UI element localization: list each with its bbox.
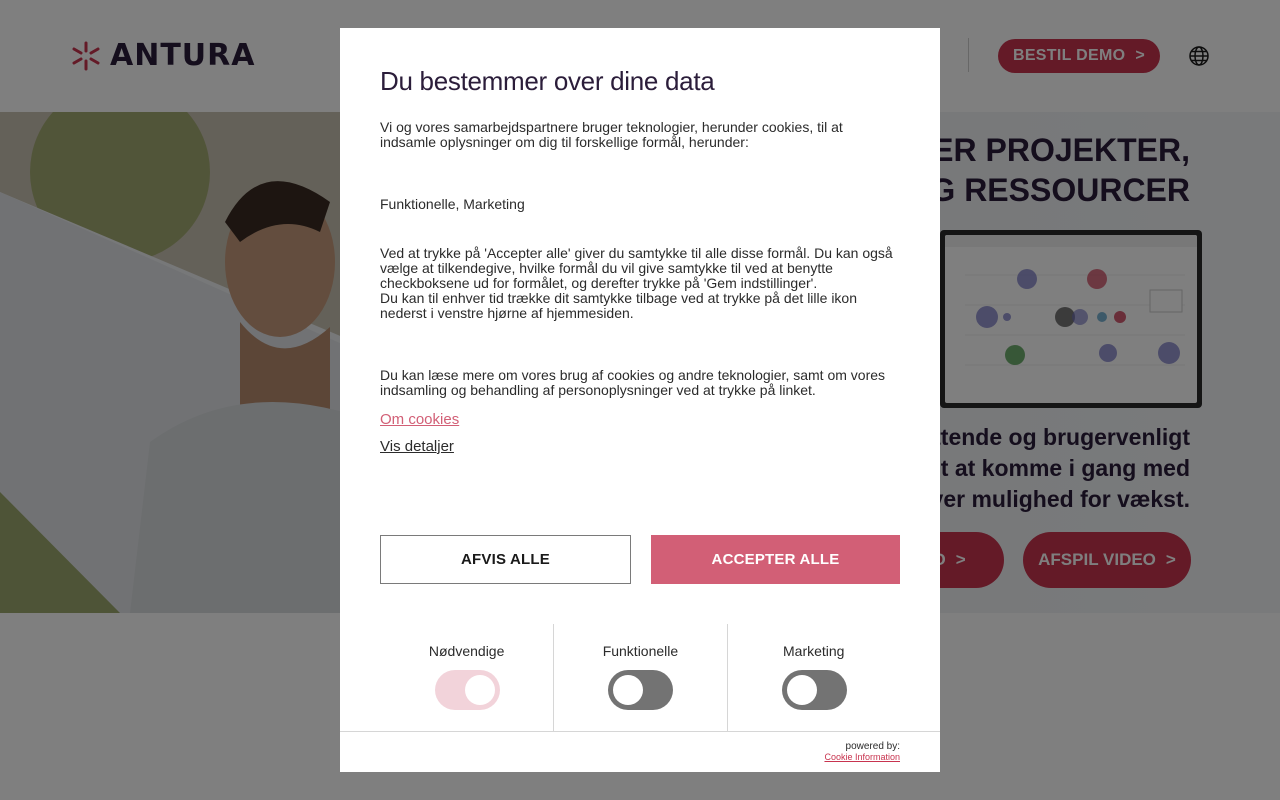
toggle-necessary: Nødvendige — [380, 624, 553, 731]
consent-explanation-1: Ved at trykke på 'Accepter alle' giver d… — [380, 245, 893, 291]
cookie-information-link[interactable]: Cookie Information — [824, 752, 900, 763]
consent-intro: Vi og vores samarbejdspartnere bruger te… — [380, 119, 843, 150]
toggle-label: Funktionelle — [602, 643, 679, 659]
consent-toggles: Nødvendige Funktionelle Marketing — [380, 624, 900, 731]
necessary-switch[interactable] — [434, 670, 500, 710]
show-details-link[interactable]: Vis detaljer — [380, 438, 454, 455]
toggle-functional: Funktionelle — [553, 624, 726, 731]
consent-explanation-2: Du kan til enhver tid trække dit samtykk… — [380, 290, 857, 321]
dialog-footer: powered by: Cookie Information — [340, 731, 940, 772]
reject-all-button[interactable]: AFVIS ALLE — [380, 535, 631, 584]
dialog-title: Du bestemmer over dine data — [380, 66, 715, 96]
about-cookies-link[interactable]: Om cookies — [380, 411, 459, 428]
accept-all-button[interactable]: ACCEPTER ALLE — [651, 535, 900, 584]
toggle-label: Marketing — [783, 643, 845, 659]
toggle-marketing: Marketing — [726, 624, 900, 731]
functional-switch[interactable] — [608, 670, 674, 710]
marketing-switch[interactable] — [781, 670, 847, 710]
powered-by: powered by: Cookie Information — [824, 741, 900, 763]
cookie-consent-dialog: Du bestemmer over dine data Vi og vores … — [340, 28, 940, 772]
toggle-label: Nødvendige — [428, 643, 505, 659]
consent-purposes: Funktionelle, Marketing — [380, 196, 525, 212]
powered-by-label: powered by: — [845, 741, 900, 752]
consent-read-more: Du kan læse mere om vores brug af cookie… — [380, 367, 886, 398]
